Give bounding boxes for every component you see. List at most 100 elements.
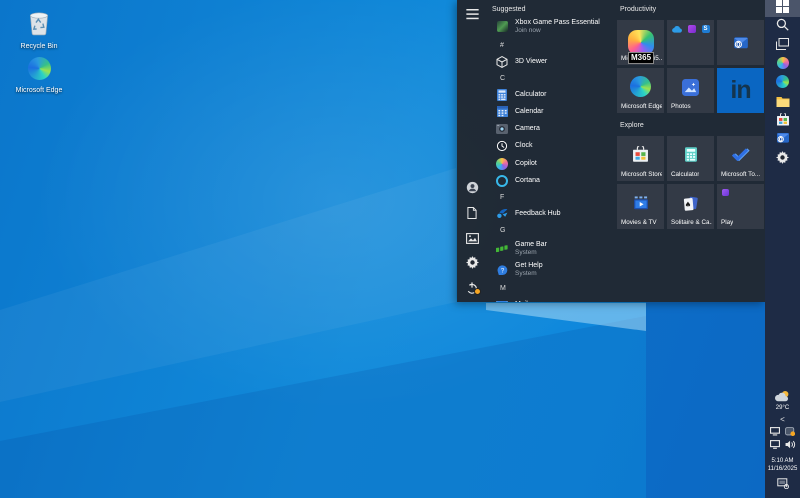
app-item-camera[interactable]: Camera (487, 121, 615, 138)
tile-movies-tv[interactable]: Movies & TV (617, 184, 664, 229)
tray-pc-icon[interactable] (770, 427, 780, 438)
temperature-label[interactable]: 29°C (776, 405, 789, 411)
search-icon (776, 18, 789, 36)
document-icon (467, 206, 477, 224)
rail-expand-menu[interactable] (461, 5, 483, 26)
app-item-calendar[interactable]: Calendar (487, 103, 615, 120)
app-sublabel: System (515, 270, 543, 278)
app-item-game-bar[interactable]: Game BarSystem (487, 239, 615, 260)
app-label: Clock (515, 142, 533, 150)
app-label: Feedback Hub (515, 210, 561, 218)
taskbar-button-copilot[interactable] (765, 55, 800, 74)
recycle-bin-icon (27, 8, 51, 41)
tile-solitaire[interactable]: ♠Solitaire & Ca... (667, 184, 714, 229)
tile-label: Movies & TV (621, 219, 657, 226)
taskbar-button-start[interactable] (765, 0, 800, 17)
pictures-icon (466, 231, 479, 249)
app-label: Xbox Game Pass Essential (515, 19, 600, 27)
desktop-icon-recycle-bin[interactable]: Recycle Bin (10, 8, 68, 51)
mail-icon (496, 299, 508, 302)
app-label: Cortana (515, 177, 540, 185)
app-item-copilot[interactable]: Copilot (487, 155, 615, 172)
taskbar-button-edge[interactable] (765, 74, 800, 93)
tile-badge: M365 (628, 52, 654, 64)
tray-onedrive-alert-icon[interactable] (785, 427, 795, 438)
tile-label: Play (721, 219, 733, 226)
taskbar-buttons (765, 0, 800, 169)
clock-icon (496, 140, 508, 152)
camera-icon (496, 123, 508, 135)
tile-grid: Microsoft 365...M365S Microsoft Edge Photo… (617, 20, 765, 113)
rail-pictures[interactable] (461, 229, 483, 250)
app-item-xbox-game-pass-essential[interactable]: Xbox Game Pass EssentialJoin now (487, 16, 615, 37)
taskbar-button-settings[interactable] (765, 150, 800, 169)
tile-outlook[interactable] (717, 20, 764, 65)
tray-icons (769, 427, 796, 451)
start-menu-app-list: SuggestedXbox Game Pass EssentialJoin no… (487, 0, 615, 302)
tray-volume-icon[interactable] (785, 440, 796, 451)
action-center-icon[interactable] (777, 478, 789, 491)
tile-play[interactable]: Play (717, 184, 764, 229)
tile-group-header-productivity: Productivity (620, 3, 765, 16)
app-item-calculator[interactable]: Calculator (487, 86, 615, 103)
tile-label: Calculator (671, 171, 699, 178)
user-icon (466, 181, 479, 199)
windows-desktop: Recycle Bin Microsoft Edge SuggestedXbox… (0, 0, 800, 498)
start-menu: SuggestedXbox Game Pass EssentialJoin no… (457, 0, 765, 302)
outlook-taskbar-icon (776, 131, 790, 149)
tile-microsoft-store[interactable]: Microsoft Store (617, 136, 664, 181)
app-list-section-f[interactable]: F (487, 189, 615, 205)
app-item-get-help[interactable]: ?Get HelpSystem (487, 260, 615, 281)
desktop-icon-label: Microsoft Edge (16, 87, 63, 95)
app-list-section-hash[interactable]: # (487, 37, 615, 53)
taskbar-button-file-explorer[interactable] (765, 93, 800, 112)
xbox-gamepass-icon (496, 21, 508, 33)
app-item-3d-viewer[interactable]: 3D Viewer (487, 53, 615, 70)
get-help-icon: ? (496, 264, 508, 276)
app-item-clock[interactable]: Clock (487, 138, 615, 155)
folder-icon (776, 94, 790, 112)
system-tray: 29°C < 5:10 AM 11/16/2025 (768, 390, 798, 498)
windows-icon (776, 0, 789, 18)
app-item-cortana[interactable]: Cortana (487, 172, 615, 189)
clock-date: 11/16/2025 (768, 466, 798, 474)
app-list-section-c[interactable]: C (487, 70, 615, 86)
taskbar-button-store[interactable] (765, 112, 800, 131)
task-view-icon (776, 37, 789, 55)
taskbar-button-outlook[interactable] (765, 131, 800, 150)
app-label: Game Bar (515, 241, 547, 249)
tile-microsoft-edge[interactable]: Microsoft Edge (617, 68, 664, 113)
taskbar-button-task-view[interactable] (765, 36, 800, 55)
tile-photos[interactable]: Photos (667, 68, 714, 113)
app-sublabel: Join now (515, 27, 600, 35)
app-item-feedback-hub[interactable]: Feedback Hub (487, 205, 615, 222)
tile-microsoft-365[interactable]: Microsoft 365...M365 (617, 20, 664, 65)
app-label: Mail (515, 301, 528, 302)
desktop-icon-microsoft-edge[interactable]: Microsoft Edge (10, 57, 68, 95)
tile-calculator[interactable]: Calculator (667, 136, 714, 181)
outlook-icon (717, 20, 764, 65)
rail-user-account[interactable] (461, 179, 483, 200)
tile-microsoft-todo[interactable]: Microsoft To... (717, 136, 764, 181)
edge-icon (28, 57, 51, 85)
office-mini-icons: S (667, 20, 714, 65)
weather-icon[interactable] (775, 390, 790, 404)
rail-documents[interactable] (461, 204, 483, 225)
tray-expander-chevron-icon[interactable]: < (780, 415, 785, 424)
app-label: Calculator (515, 91, 547, 99)
taskbar-button-search[interactable] (765, 17, 800, 36)
tile-linkedin[interactable]: in (717, 68, 764, 113)
app-list-section-m[interactable]: M (487, 281, 615, 297)
tile-label: Microsoft Edge (621, 103, 662, 110)
rail-settings[interactable] (461, 254, 483, 275)
rail-power[interactable] (461, 279, 483, 300)
tile-office-apps[interactable]: S (667, 20, 714, 65)
copilot-icon (777, 56, 789, 74)
feedback-hub-icon (496, 208, 508, 220)
taskbar-clock[interactable]: 5:10 AM 11/16/2025 (768, 458, 798, 473)
app-item-mail[interactable]: Mail (487, 297, 615, 303)
gear-icon (466, 256, 479, 274)
tray-network-icon[interactable] (770, 440, 780, 451)
app-list-section-g[interactable]: G (487, 223, 615, 239)
power-icon (466, 281, 478, 299)
